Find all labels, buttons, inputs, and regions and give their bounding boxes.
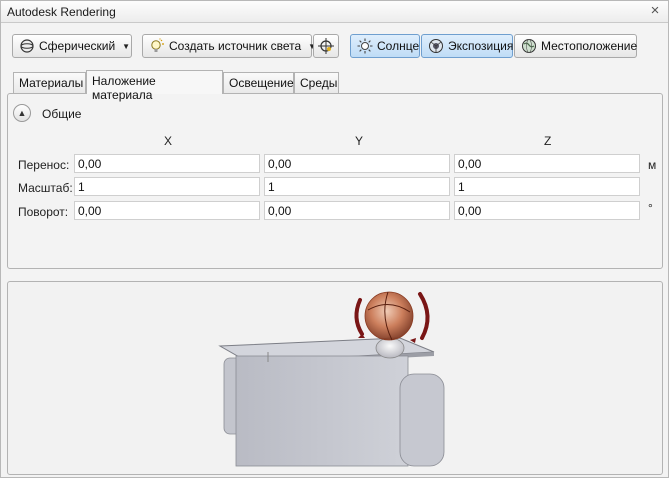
axis-x-header: X — [164, 134, 173, 148]
preview-viewport[interactable] — [7, 281, 663, 475]
collapse-up-icon[interactable]: ▲ — [13, 104, 31, 122]
translation-unit: м — [648, 158, 657, 172]
translation-z-field[interactable]: 0,00 — [454, 154, 640, 173]
sphere-icon — [19, 38, 35, 54]
scale-x-field[interactable]: 1 — [74, 177, 260, 196]
rotation-y-field[interactable]: 0,00 — [264, 201, 450, 220]
translation-x-field[interactable]: 0,00 — [74, 154, 260, 173]
create-light-label: Создать источник света — [169, 39, 302, 53]
target-light-button[interactable] — [313, 34, 339, 58]
title-bar: Autodesk Rendering × — [1, 1, 668, 23]
rotation-label: Поворот: — [18, 205, 69, 219]
sun-icon — [357, 38, 373, 54]
exposure-toggle-button[interactable]: Экспозиция — [421, 34, 513, 58]
globe-icon — [521, 38, 537, 54]
rotation-unit: ° — [648, 201, 653, 215]
tab-environments[interactable]: Среды — [294, 72, 339, 93]
tab-materials[interactable]: Материалы — [13, 72, 86, 93]
scale-y-field[interactable]: 1 — [264, 177, 450, 196]
axis-z-header: Z — [544, 134, 552, 148]
general-panel: ▲ Общие X Y Z Перенос: 0,00 0,00 0,00 м … — [7, 93, 663, 269]
rendering-window: Autodesk Rendering × Сферический ▼ Созда… — [0, 0, 669, 478]
create-light-dropdown[interactable]: Создать источник света ▼ — [142, 34, 316, 58]
sun-label: Солнце — [377, 39, 420, 53]
section-title: Общие — [42, 107, 82, 121]
location-button[interactable]: Местоположение — [514, 34, 637, 58]
box-model — [218, 337, 445, 467]
exposure-icon — [428, 38, 444, 54]
rotation-x-field[interactable]: 0,00 — [74, 201, 260, 220]
spherical-label: Сферический — [39, 39, 116, 53]
axis-y-header: Y — [355, 134, 364, 148]
location-label: Местоположение — [541, 39, 638, 53]
chevron-down-icon: ▼ — [122, 41, 131, 51]
rotation-z-field[interactable]: 0,00 — [454, 201, 640, 220]
crosshair-icon — [318, 38, 334, 54]
window-title: Autodesk Rendering — [7, 5, 116, 19]
tab-lighting[interactable]: Освещение — [223, 72, 294, 93]
scale-label: Масштаб: — [18, 181, 73, 195]
translation-y-field[interactable]: 0,00 — [264, 154, 450, 173]
scene-preview — [218, 291, 445, 467]
light-bulb-icon — [149, 38, 165, 54]
translation-label: Перенос: — [18, 158, 70, 172]
tab-material-mapping[interactable]: Наложение материала — [86, 70, 223, 102]
exposure-label: Экспозиция — [448, 39, 514, 53]
close-icon[interactable]: × — [648, 3, 662, 18]
scale-z-field[interactable]: 1 — [454, 177, 640, 196]
sun-toggle-button[interactable]: Солнце — [350, 34, 420, 58]
spherical-mapping-dropdown[interactable]: Сферический ▼ — [12, 34, 132, 58]
